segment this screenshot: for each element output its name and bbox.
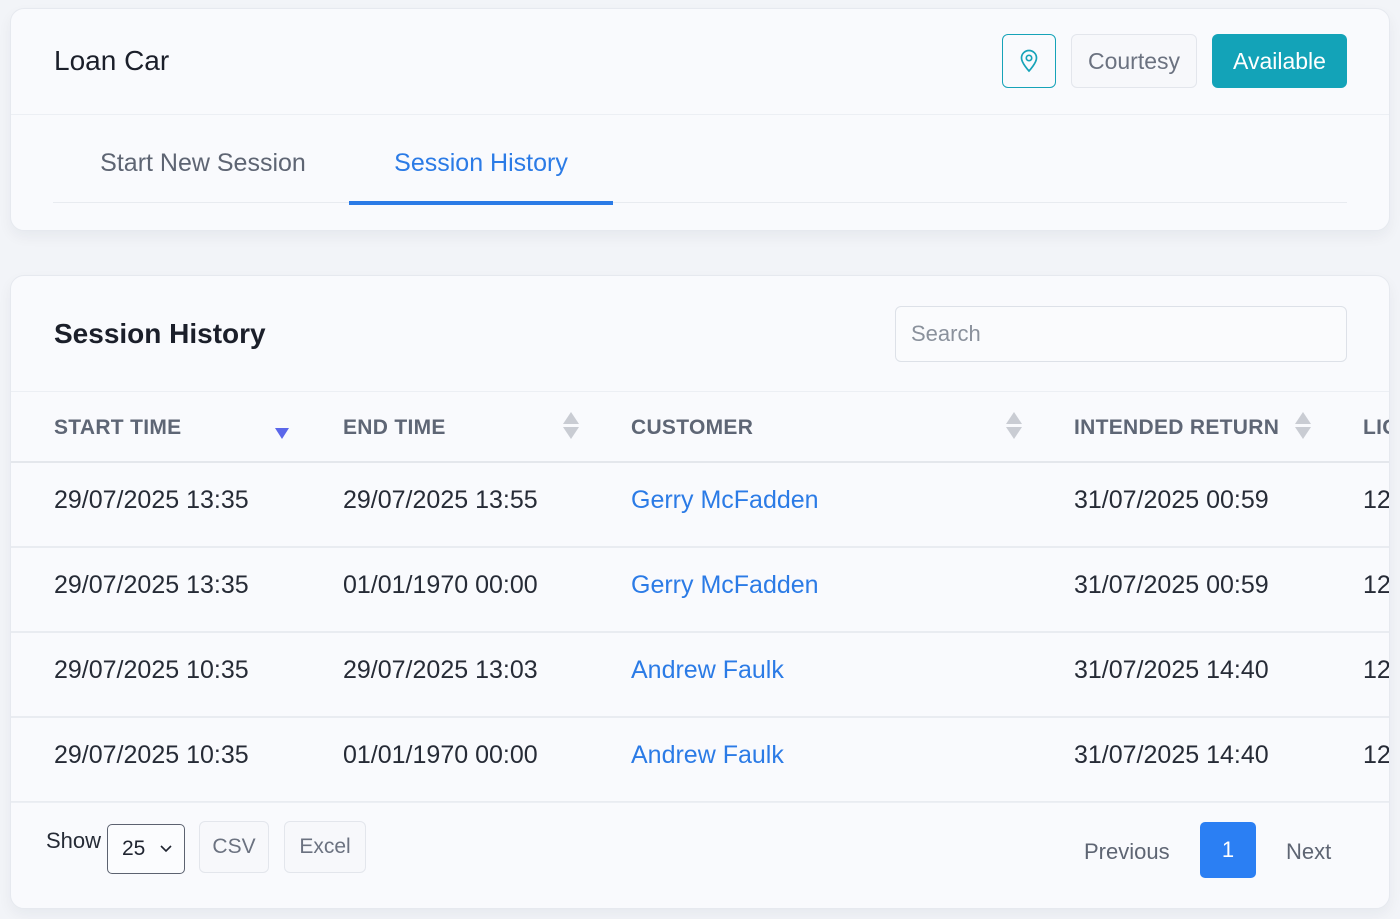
cell-intended-return: 31/07/2025 14:40 bbox=[1074, 741, 1269, 769]
cell-licence: 12 bbox=[1363, 486, 1390, 514]
pagination-previous[interactable]: Previous bbox=[1084, 825, 1170, 879]
cell-intended-return: 31/07/2025 14:40 bbox=[1074, 656, 1269, 684]
session-history-table: START TIME END TIME CUSTOMER INTENDED RE… bbox=[11, 391, 1390, 803]
cell-intended-return: 31/07/2025 00:59 bbox=[1074, 486, 1269, 514]
column-header-end-time[interactable]: END TIME bbox=[343, 392, 446, 464]
chevron-down-icon bbox=[160, 845, 172, 853]
customer-link[interactable]: Gerry McFadden bbox=[631, 463, 819, 548]
table-row: 29/07/2025 13:35 01/01/1970 00:00 Gerry … bbox=[11, 548, 1390, 633]
customer-link[interactable]: Gerry McFadden bbox=[631, 548, 819, 633]
cell-start-time: 29/07/2025 13:35 bbox=[54, 571, 249, 599]
tab-session-history[interactable]: Session History bbox=[349, 115, 613, 205]
cell-start-time: 29/07/2025 10:35 bbox=[54, 656, 249, 684]
search-input[interactable] bbox=[895, 306, 1347, 362]
sort-icon[interactable] bbox=[1295, 412, 1311, 442]
cell-licence: 12 bbox=[1363, 571, 1390, 599]
session-history-card: Session History START TIME END TIME CUST… bbox=[10, 275, 1390, 909]
map-pin-icon bbox=[1020, 49, 1038, 73]
sort-icon[interactable] bbox=[563, 412, 579, 442]
table-footer: Show 25 CSV Excel Previous 1 Next bbox=[11, 802, 1389, 908]
page-length-value: 25 bbox=[122, 837, 146, 860]
pagination-next[interactable]: Next bbox=[1286, 825, 1331, 879]
customer-link[interactable]: Andrew Faulk bbox=[631, 633, 784, 718]
column-header-start-time[interactable]: START TIME bbox=[54, 392, 181, 464]
column-header-licence[interactable]: LIC bbox=[1363, 392, 1389, 464]
sort-icon[interactable] bbox=[1006, 412, 1022, 442]
page-length-select[interactable]: 25 bbox=[107, 824, 185, 874]
tab-start-new-session[interactable]: Start New Session bbox=[97, 115, 309, 203]
page-title: Loan Car bbox=[54, 45, 170, 76]
cell-end-time: 29/07/2025 13:55 bbox=[343, 486, 538, 514]
table-row: 29/07/2025 13:35 29/07/2025 13:55 Gerry … bbox=[11, 463, 1390, 548]
cell-end-time: 29/07/2025 13:03 bbox=[343, 656, 538, 684]
table-row: 29/07/2025 10:35 01/01/1970 00:00 Andrew… bbox=[11, 718, 1390, 803]
pagination-page-current[interactable]: 1 bbox=[1200, 822, 1256, 878]
show-label: Show bbox=[46, 828, 102, 853]
courtesy-badge[interactable]: Courtesy bbox=[1071, 34, 1197, 88]
cell-end-time: 01/01/1970 00:00 bbox=[343, 571, 538, 599]
cell-start-time: 29/07/2025 13:35 bbox=[54, 486, 249, 514]
loan-car-header: Loan Car Courtesy Available bbox=[11, 9, 1389, 115]
location-button[interactable] bbox=[1002, 34, 1056, 88]
loan-car-card: Loan Car Courtesy Available Start New Se… bbox=[10, 8, 1390, 231]
available-status-button[interactable]: Available bbox=[1212, 34, 1347, 88]
cell-licence: 12 bbox=[1363, 656, 1390, 684]
cell-intended-return: 31/07/2025 00:59 bbox=[1074, 571, 1269, 599]
section-title: Session History bbox=[54, 318, 266, 349]
session-tabs: Start New Session Session History bbox=[53, 115, 1347, 205]
column-header-customer[interactable]: CUSTOMER bbox=[631, 392, 753, 464]
table-header: START TIME END TIME CUSTOMER INTENDED RE… bbox=[11, 391, 1389, 464]
sort-descending-icon[interactable] bbox=[275, 428, 289, 439]
cell-licence: 12 bbox=[1363, 741, 1390, 769]
export-csv-button[interactable]: CSV bbox=[199, 821, 269, 873]
table-row: 29/07/2025 10:35 29/07/2025 13:03 Andrew… bbox=[11, 633, 1390, 718]
cell-end-time: 01/01/1970 00:00 bbox=[343, 741, 538, 769]
cell-start-time: 29/07/2025 10:35 bbox=[54, 741, 249, 769]
column-header-intended-return[interactable]: INTENDED RETURN bbox=[1074, 392, 1279, 464]
export-excel-button[interactable]: Excel bbox=[284, 821, 366, 873]
customer-link[interactable]: Andrew Faulk bbox=[631, 718, 784, 803]
